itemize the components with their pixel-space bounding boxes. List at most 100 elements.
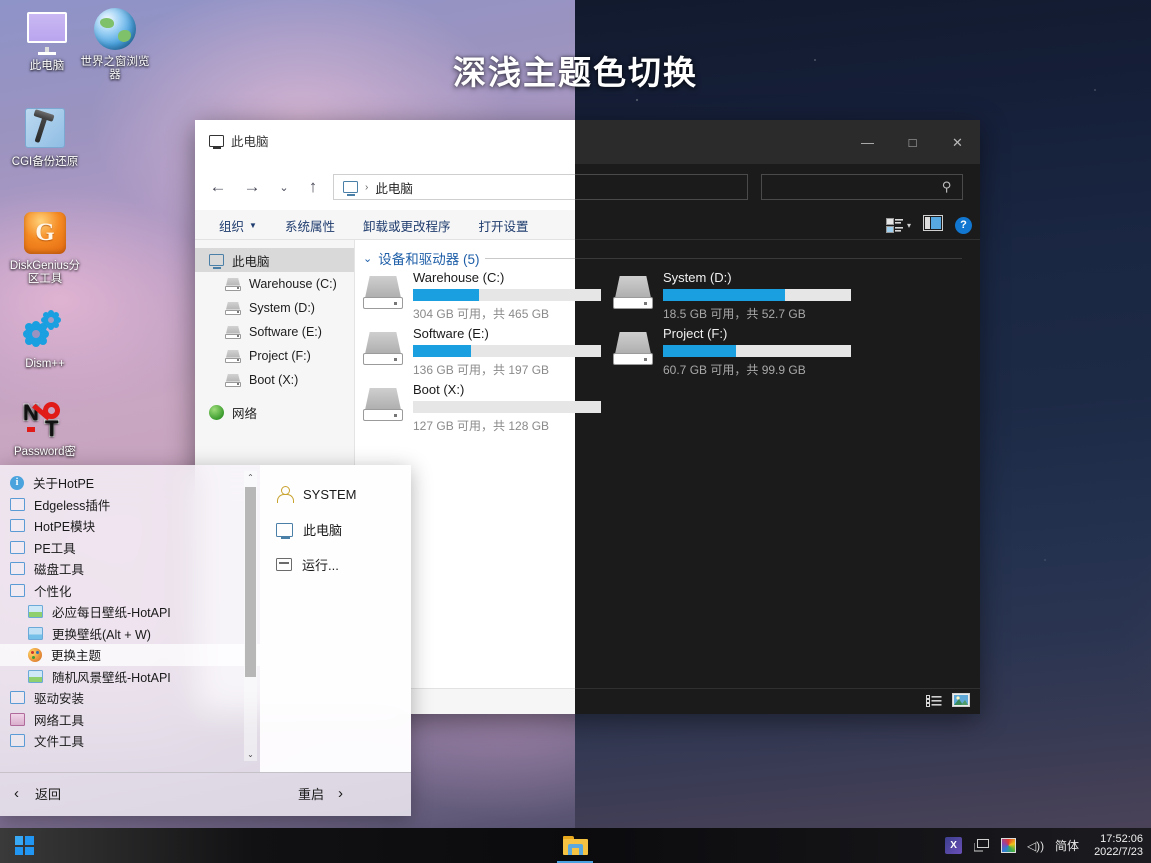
nav-item-system-d[interactable]: System (D:) <box>195 296 354 320</box>
this-pc-icon <box>209 135 224 147</box>
clock-date: 2022/7/23 <box>1094 846 1143 859</box>
folder-icon <box>10 691 25 704</box>
command-organize[interactable]: 组织 ▼ <box>205 210 271 240</box>
nav-item-warehouse-c[interactable]: Warehouse (C:) <box>195 272 354 296</box>
maximize-button[interactable]: □ <box>890 120 935 164</box>
desktop-icon-dism[interactable]: Dism++ <box>6 310 84 371</box>
scroll-up-icon[interactable]: ⌃ <box>244 471 257 484</box>
clock[interactable]: 17:52:06 2022/7/23 <box>1094 833 1143 859</box>
window-title-text: 此电脑 <box>231 131 269 150</box>
start-item-disk-tools[interactable]: 磁盘工具 <box>0 558 260 580</box>
start-item-change-theme[interactable]: 更换主题 <box>0 644 260 666</box>
close-button[interactable]: ✕ <box>935 120 980 164</box>
help-icon[interactable]: ? <box>955 217 972 234</box>
start-right-item-system-user[interactable]: SYSTEM <box>260 477 411 512</box>
desktop-icon-diskgenius[interactable]: DiskGenius分区工具 <box>6 212 84 286</box>
scroll-down-icon[interactable]: ⌄ <box>244 748 257 761</box>
start-menu-scrollbar[interactable]: ⌃ ⌄ <box>244 471 257 761</box>
start-item-network-tools[interactable]: 网络工具 <box>0 709 260 731</box>
start-item-about-hotpe[interactable]: i 关于HotPE <box>0 472 260 494</box>
desktop-icon-label: Dism++ <box>6 358 84 371</box>
details-view-icon[interactable] <box>926 694 942 712</box>
ime-icon[interactable]: 简体 <box>1055 837 1079 854</box>
breadcrumb-current[interactable]: 此电脑 <box>375 178 413 197</box>
command-uninstall-or-change[interactable]: 卸载或更改程序 <box>349 210 465 240</box>
system-tray[interactable]: X ◁)) 简体 17:52:06 2022/7/23 <box>945 828 1143 863</box>
command-open-settings[interactable]: 打开设置 <box>464 210 542 240</box>
start-item-personalization[interactable]: 个性化 <box>0 580 260 602</box>
folder-icon <box>10 498 25 511</box>
drive-name: Project (F:) <box>663 326 863 341</box>
network-folder-icon <box>10 713 25 726</box>
nav-item-software-e[interactable]: Software (E:) <box>195 320 354 344</box>
command-label: 打开设置 <box>478 216 528 235</box>
picture-icon <box>28 605 43 618</box>
view-options-icon[interactable]: ▾ <box>886 218 911 233</box>
desktop-icon-cgi-backup[interactable]: CGI备份还原 <box>6 108 84 169</box>
start-button[interactable] <box>6 828 42 863</box>
diskgenius-icon <box>23 212 67 256</box>
color-picker-icon[interactable] <box>1001 838 1016 853</box>
start-item-driver-install[interactable]: 驱动安装 <box>0 687 260 709</box>
start-item-pe-tools[interactable]: PE工具 <box>0 537 260 559</box>
drive-usage-bar <box>663 345 851 357</box>
status-bar-view-buttons[interactable] <box>926 693 970 712</box>
up-button[interactable]: ↑ <box>298 172 328 202</box>
start-menu-right-panel[interactable]: SYSTEM 此电脑 运行... <box>260 465 411 772</box>
forward-button[interactable]: → <box>237 172 267 202</box>
chevron-down-icon: ⌄ <box>363 252 372 265</box>
drive-icon <box>225 302 241 315</box>
recent-locations-button[interactable]: ⌄ <box>269 172 299 202</box>
nav-item-project-f[interactable]: Project (F:) <box>195 344 354 368</box>
start-item-edgeless-plugins[interactable]: Edgeless插件 <box>0 494 260 516</box>
start-item-hotpe-modules[interactable]: HotPE模块 <box>0 515 260 537</box>
taskbar-item-file-explorer[interactable] <box>555 828 595 863</box>
start-menu[interactable]: i 关于HotPE Edgeless插件 HotPE模块 PE工具 磁盘工具 <box>0 465 411 816</box>
volume-icon[interactable]: ◁)) <box>1027 837 1044 854</box>
preview-pane-icon[interactable] <box>923 215 943 236</box>
network-monitor-icon[interactable] <box>973 837 990 854</box>
drive-tile-project-f[interactable]: Project (F:) 60.7 GB 可用，共 99.9 GB <box>613 326 863 378</box>
minimize-button[interactable]: — <box>845 120 890 164</box>
app-x-icon[interactable]: X <box>945 837 962 854</box>
nav-item-network[interactable]: 网络 <box>195 400 354 424</box>
command-bar-right-tools: ▾ ? <box>886 210 972 240</box>
overlay-title: 深浅主题色切换 <box>0 46 1151 94</box>
start-item-random-scenery-wallpaper[interactable]: 随机风景壁纸-HotAPI <box>0 666 260 688</box>
this-pc-icon <box>209 254 224 266</box>
nav-item-this-pc[interactable]: 此电脑 <box>195 248 354 272</box>
start-item-file-tools[interactable]: 文件工具 <box>0 730 260 752</box>
nav-item-boot-x[interactable]: Boot (X:) <box>195 368 354 392</box>
nav-item-label: Software (E:) <box>249 325 322 339</box>
search-input-dark[interactable]: ⚲ <box>761 174 963 200</box>
start-restart-button[interactable]: 重启 › <box>298 784 343 803</box>
desktop-icon-nt-password[interactable]: NT Password密 <box>6 398 84 459</box>
start-item-change-wallpaper[interactable]: 更换壁纸(Alt + W) <box>0 623 260 645</box>
command-items: 组织 ▼ 系统属性 卸载或更改程序 打开设置 <box>205 210 542 240</box>
folder-icon <box>10 519 25 532</box>
large-icons-view-icon[interactable] <box>952 693 970 712</box>
window-controls-dark[interactable]: — □ ✕ <box>845 120 980 164</box>
drive-icon <box>225 278 241 291</box>
drive-tile-system-d[interactable]: System (D:) 18.5 GB 可用，共 52.7 GB <box>613 270 863 322</box>
start-right-item-this-pc[interactable]: 此电脑 <box>260 512 411 547</box>
nav-item-label: 网络 <box>232 403 257 422</box>
start-right-item-label: 运行... <box>302 555 339 574</box>
drive-usage-bar <box>413 401 601 413</box>
taskbar[interactable]: X ◁)) 简体 17:52:06 2022/7/23 <box>0 828 1151 863</box>
info-icon: i <box>10 476 24 490</box>
start-item-bing-daily-wallpaper[interactable]: 必应每日壁纸-HotAPI <box>0 601 260 623</box>
start-item-label: 驱动安装 <box>34 688 84 707</box>
start-right-item-label: SYSTEM <box>303 487 356 502</box>
start-back-button[interactable]: ‹ 返回 <box>14 784 61 803</box>
run-icon <box>276 558 292 571</box>
start-item-label: Edgeless插件 <box>34 495 110 514</box>
picture-icon <box>28 670 43 683</box>
command-system-properties[interactable]: 系统属性 <box>271 210 349 240</box>
start-right-item-run[interactable]: 运行... <box>260 547 411 582</box>
desktop-icon-label: CGI备份还原 <box>6 156 84 169</box>
start-menu-program-list[interactable]: i 关于HotPE Edgeless插件 HotPE模块 PE工具 磁盘工具 <box>0 465 260 772</box>
back-button[interactable]: ← <box>203 172 233 202</box>
network-globe-icon <box>209 405 224 420</box>
scrollbar-thumb[interactable] <box>245 487 256 677</box>
